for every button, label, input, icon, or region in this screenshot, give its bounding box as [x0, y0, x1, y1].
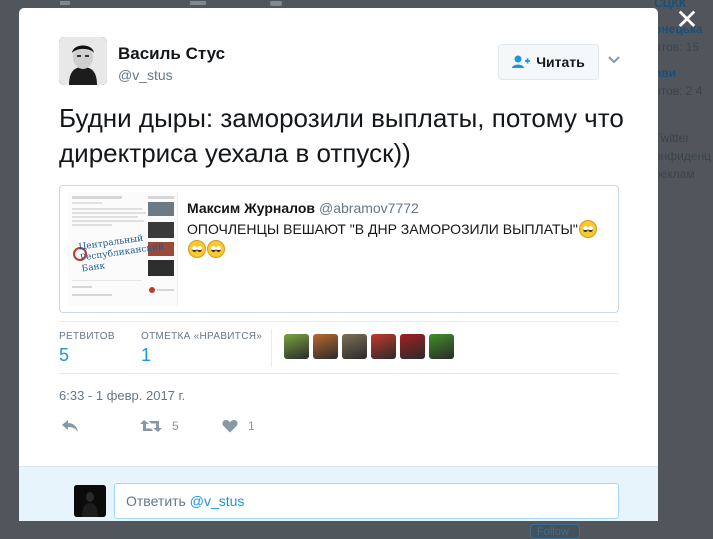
- reply-placeholder-mention: @v_stus: [189, 493, 245, 509]
- background-sidebar-line: Twitter: [654, 131, 690, 145]
- chevron-down-icon[interactable]: [606, 52, 622, 68]
- liker-avatar-2[interactable]: [313, 334, 338, 359]
- liker-avatar-3[interactable]: [342, 334, 367, 359]
- quoted-user-display-name: Максим Журналов: [187, 200, 315, 216]
- quoted-tweet-thumbnail: Центральный Республиканский Банк: [68, 192, 178, 306]
- retweet-action[interactable]: 5: [140, 419, 179, 433]
- background-sidebar-line: итов: 2 4: [654, 84, 703, 98]
- like-count: 1: [248, 419, 255, 433]
- quoted-user-name[interactable]: Максим Журналов @abramov7772: [187, 200, 419, 216]
- quoted-tweet[interactable]: Центральный Республиканский Банк Максим …: [59, 185, 619, 313]
- divider: [59, 373, 619, 374]
- retweet-icon: [140, 420, 162, 432]
- tweet-modal: Василь Стус @v_stus Читать Будни дыры: з…: [19, 8, 658, 521]
- reply-action[interactable]: [61, 419, 79, 433]
- heart-icon: [222, 420, 238, 433]
- stats-separator: [271, 329, 272, 367]
- reply-box: Ответить @v_stus: [19, 466, 658, 521]
- retweets-label: РЕТВИТОВ: [59, 331, 115, 342]
- avatar[interactable]: [59, 37, 107, 85]
- user-name[interactable]: Василь Стус: [118, 44, 225, 64]
- likes-count[interactable]: 1: [141, 345, 151, 366]
- reply-icon: [62, 420, 78, 432]
- rolling-eyes-emoji-icon: [207, 240, 225, 258]
- liker-avatar-5[interactable]: [400, 334, 425, 359]
- likers-list: [284, 334, 454, 359]
- tweet-timestamp[interactable]: 6:33 - 1 февр. 2017 г.: [59, 388, 185, 403]
- reply-input[interactable]: Ответить @v_stus: [114, 483, 619, 519]
- rolling-eyes-emoji-icon: [188, 240, 206, 258]
- current-user-avatar: [74, 485, 106, 517]
- retweet-count: 5: [172, 419, 179, 433]
- reply-placeholder-prefix: Ответить: [126, 493, 190, 509]
- likes-label: ОТМЕТКА «НРАВИТСЯ»: [141, 331, 263, 342]
- close-icon[interactable]: ✕: [673, 6, 701, 34]
- like-action[interactable]: 1: [222, 419, 255, 433]
- quoted-tweet-body: ОПОЧЛЕНЦЫ ВЕШАЮТ "В ДНР ЗАМОРОЗИЛИ ВЫПЛА…: [187, 221, 578, 237]
- background-sidebar-line: итов: 15: [654, 40, 700, 54]
- divider: [59, 321, 619, 322]
- background-sidebar-line: онфиденц: [654, 149, 712, 163]
- retweets-count[interactable]: 5: [59, 345, 69, 366]
- background-follow-button: Follow: [530, 524, 580, 539]
- tweet-text: Будни дыры: заморозили выплаты, потому ч…: [59, 103, 624, 168]
- liker-avatar-1[interactable]: [284, 334, 309, 359]
- quoted-user-handle: @abramov7772: [319, 200, 419, 216]
- follow-button[interactable]: Читать: [498, 44, 599, 80]
- user-handle[interactable]: @v_stus: [118, 67, 173, 83]
- rolling-eyes-emoji-icon: [578, 220, 597, 238]
- liker-avatar-6[interactable]: [429, 334, 454, 359]
- background-sidebar-line: реклам: [654, 167, 695, 181]
- liker-avatar-4[interactable]: [371, 334, 396, 359]
- background-feed-top: [0, 0, 713, 8]
- add-user-icon: [512, 55, 531, 68]
- quoted-tweet-text: ОПОЧЛЕНЦЫ ВЕШАЮТ "В ДНР ЗАМОРОЗИЛИ ВЫПЛА…: [187, 219, 607, 259]
- follow-button-label: Читать: [536, 54, 585, 70]
